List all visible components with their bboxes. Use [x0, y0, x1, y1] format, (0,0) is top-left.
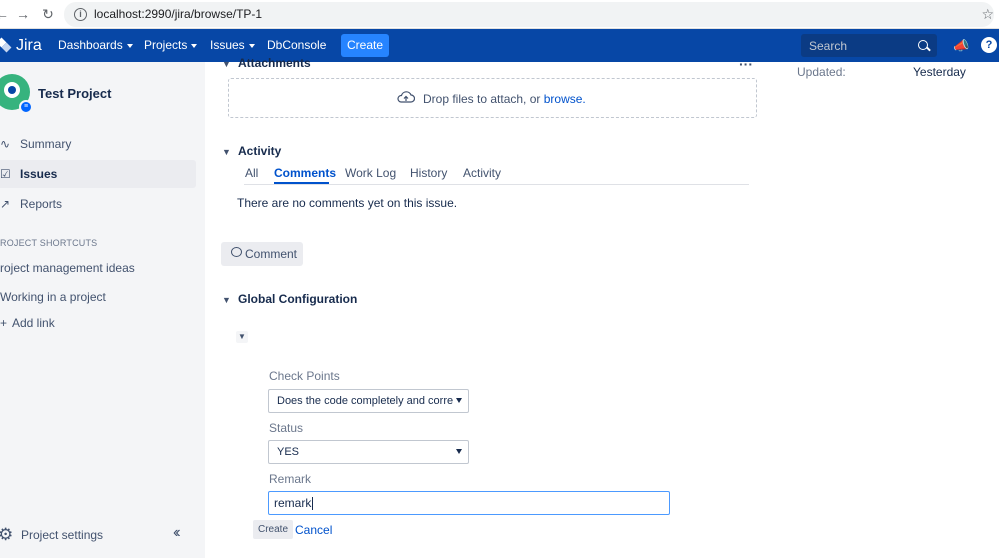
menu-label: Dashboards — [58, 38, 123, 52]
jira-logo[interactable]: Jira — [0, 36, 42, 56]
project-sidebar: ≡ Test Project ∿ Summary ☑ Issues ↗ Repo… — [0, 62, 205, 558]
top-navigation: Jira Dashboards Projects Issues DbConsol… — [0, 29, 999, 62]
project-type-badge-icon: ≡ — [19, 100, 33, 114]
check-points-select[interactable]: Does the code completely and correctly i… — [268, 389, 469, 413]
tab-comments[interactable]: Comments — [274, 166, 336, 180]
sidebar-item-label: Reports — [20, 197, 63, 211]
create-button[interactable]: Create — [253, 520, 293, 539]
sidebar-item-issues[interactable]: ☑ Issues — [0, 160, 196, 188]
menu-label: DbConsole — [267, 38, 327, 52]
status-label: Status — [269, 421, 304, 435]
search-icon[interactable] — [918, 40, 928, 50]
section-title: Global Configuration — [238, 292, 358, 306]
active-tab-indicator — [274, 182, 329, 184]
cloud-upload-icon — [397, 91, 415, 103]
comment-button[interactable]: Comment — [221, 242, 303, 266]
feedback-megaphone-icon[interactable]: 📣 — [953, 38, 969, 54]
menu-dbconsole[interactable]: DbConsole — [267, 38, 326, 52]
menu-label: Projects — [144, 38, 188, 52]
shortcut-link[interactable]: Working in a project — [0, 290, 106, 304]
status-select[interactable]: YES — [268, 440, 469, 464]
reload-icon[interactable]: ↻ — [40, 5, 56, 23]
info-icon[interactable]: i — [74, 8, 87, 21]
browse-link[interactable]: browse. — [544, 92, 586, 106]
input-value: remark — [274, 496, 312, 510]
plus-icon: + — [0, 316, 8, 330]
search-input[interactable]: Search — [801, 34, 937, 57]
forward-arrow-icon[interactable]: → — [15, 5, 31, 23]
tab-all[interactable]: All — [245, 166, 258, 180]
tab-work-log[interactable]: Work Log — [345, 166, 396, 180]
sidebar-item-label: Issues — [20, 167, 58, 181]
jira-logo-icon — [0, 37, 12, 53]
updated-value: Yesterday — [913, 65, 966, 79]
menu-label: Issues — [210, 38, 245, 52]
shortcut-link[interactable]: roject management ideas — [0, 261, 135, 275]
dropzone-message: Drop files to attach, or — [423, 92, 544, 106]
empty-comments-message: There are no comments yet on this issue. — [237, 196, 458, 210]
remark-input[interactable]: remark — [268, 491, 670, 515]
dropdown-arrow-icon — [456, 449, 462, 454]
browser-toolbar: ← → ↻ i localhost:2990/jira/browse/TP-1 … — [0, 0, 999, 29]
shortcuts-heading: ROJECT SHORTCUTS — [0, 238, 98, 248]
back-arrow-icon[interactable]: ← — [0, 5, 10, 23]
tabs-divider — [244, 184, 749, 185]
chevron-down-icon: ▼ — [222, 147, 231, 157]
remark-label: Remark — [269, 472, 312, 486]
select-value: Does the code completely and correctly i… — [277, 395, 453, 407]
text-cursor — [312, 497, 314, 511]
address-bar[interactable]: i localhost:2990/jira/browse/TP-1 ☆ — [64, 2, 994, 27]
comment-bubble-icon — [231, 247, 242, 257]
attachments-section-toggle[interactable]: ▼ Attachments — [222, 56, 311, 70]
chevron-down-icon: ▼ — [222, 295, 231, 305]
section-title: Attachments — [238, 56, 311, 70]
chevron-down-icon[interactable]: ▼ — [236, 331, 248, 343]
settings-label: Project settings — [21, 528, 104, 542]
create-issue-button[interactable]: Create — [341, 34, 389, 57]
global-configuration-toggle[interactable]: ▼ Global Configuration — [222, 292, 357, 306]
logo-text: Jira — [16, 37, 42, 54]
issues-list-icon: ☑ — [0, 167, 11, 181]
check-points-label: Check Points — [269, 369, 340, 383]
menu-issues[interactable]: Issues — [210, 38, 255, 52]
chevron-down-icon — [191, 43, 198, 48]
sidebar-item-summary[interactable]: ∿ Summary — [0, 130, 196, 158]
summary-pulse-icon: ∿ — [0, 137, 11, 151]
updated-label: Updated: — [797, 65, 846, 79]
tab-activity[interactable]: Activity — [463, 166, 501, 180]
menu-dashboards[interactable]: Dashboards — [58, 38, 133, 52]
tab-history[interactable]: History — [410, 166, 447, 180]
dropzone-text: Drop files to attach, or browse. — [423, 92, 586, 106]
url-text[interactable]: localhost:2990/jira/browse/TP-1 — [94, 7, 262, 21]
chevron-down-icon — [126, 43, 133, 48]
add-link-label: Add link — [12, 316, 55, 330]
activity-section-toggle[interactable]: ▼ Activity — [222, 144, 281, 158]
chevron-down-icon — [248, 43, 255, 48]
cancel-link[interactable]: Cancel — [295, 523, 332, 537]
comment-button-label: Comment — [245, 247, 298, 261]
dropdown-arrow-icon — [456, 398, 462, 403]
attachment-dropzone[interactable]: Drop files to attach, or browse. — [228, 78, 757, 118]
section-title: Activity — [238, 144, 282, 158]
more-options-icon[interactable]: ··· — [739, 56, 753, 72]
collapse-sidebar-icon[interactable]: ‹‹ — [173, 524, 180, 542]
sidebar-item-reports[interactable]: ↗ Reports — [0, 190, 196, 218]
search-placeholder: Search — [809, 39, 848, 53]
gear-icon: ⚙ — [0, 525, 14, 544]
project-name[interactable]: Test Project — [38, 86, 111, 101]
chevron-down-icon: ▼ — [222, 59, 231, 69]
help-icon[interactable]: ? — [981, 37, 997, 53]
bookmark-star-icon[interactable]: ☆ — [981, 6, 994, 23]
menu-projects[interactable]: Projects — [144, 38, 198, 52]
select-value: YES — [277, 446, 300, 458]
reports-chart-icon: ↗ — [0, 197, 11, 211]
sidebar-item-label: Summary — [20, 137, 72, 151]
